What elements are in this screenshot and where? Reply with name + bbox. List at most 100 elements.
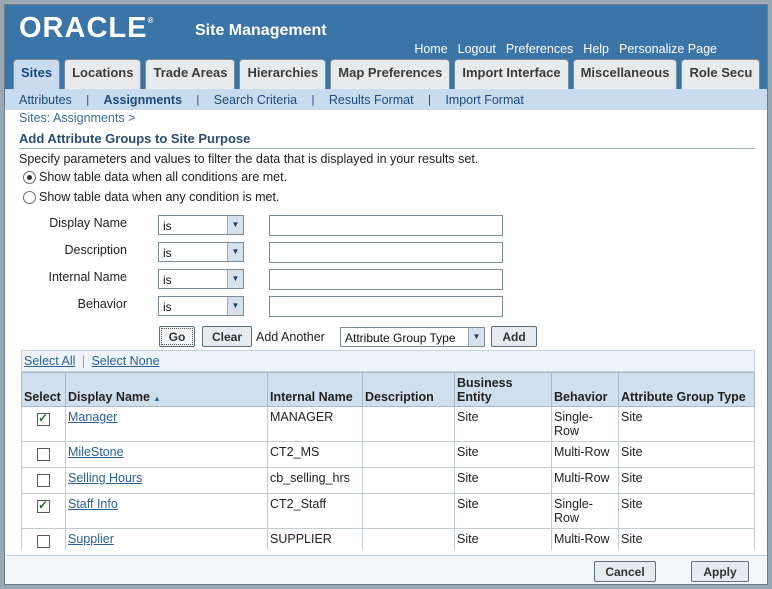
- display-name-link[interactable]: MileStone: [68, 445, 124, 459]
- tab-sites[interactable]: Sites: [13, 59, 61, 89]
- sort-ascending-icon: ▲: [152, 394, 161, 403]
- subtab-separator: |: [427, 93, 432, 106]
- tab-trade-areas[interactable]: Trade Areas: [145, 59, 236, 89]
- tab-map-preferences[interactable]: Map Preferences: [330, 59, 451, 89]
- logout-link[interactable]: Logout: [458, 42, 496, 56]
- subtab-assignments[interactable]: Assignments: [104, 93, 183, 107]
- sub-tabs: Attributes | Assignments | Search Criter…: [5, 89, 767, 110]
- apply-button[interactable]: Apply: [691, 561, 749, 582]
- select-cell: [21, 406, 66, 442]
- go-button[interactable]: Go: [159, 326, 195, 347]
- description-cell: [362, 441, 455, 468]
- attribute-group-type-cell: Site: [618, 441, 755, 468]
- column-header-display-name[interactable]: Display Name ▲: [65, 372, 268, 407]
- business-entity-cell: Site: [454, 441, 552, 468]
- description-cell: [362, 528, 455, 550]
- subtab-search-criteria[interactable]: Search Criteria: [214, 93, 297, 107]
- display-name-link[interactable]: Selling Hours: [68, 471, 142, 485]
- display-name-cell: Supplier: [65, 528, 268, 550]
- instructions-text: Specify parameters and values to filter …: [19, 152, 479, 166]
- subtab-separator: |: [85, 93, 90, 106]
- clear-button[interactable]: Clear: [202, 326, 252, 347]
- radio-button[interactable]: [23, 190, 36, 204]
- home-link[interactable]: Home: [414, 42, 447, 56]
- table-row: Staff Info CT2_Staff Site Single-Row Sit…: [21, 493, 755, 529]
- add-button[interactable]: Add: [491, 326, 537, 347]
- select-all-link[interactable]: Select All: [24, 354, 75, 368]
- select-cell: [21, 441, 66, 468]
- row-checkbox[interactable]: [37, 498, 50, 513]
- tab-import-interface[interactable]: Import Interface: [454, 59, 569, 89]
- tab-locations[interactable]: Locations: [64, 59, 142, 89]
- tab-hierarchies[interactable]: Hierarchies: [239, 59, 327, 89]
- attribute-group-type-cell: Site: [618, 406, 755, 442]
- select-none-link[interactable]: Select None: [91, 354, 159, 368]
- operator-select-internal-name[interactable]: is ▼: [158, 269, 244, 289]
- select-cell: [21, 493, 66, 529]
- chevron-down-icon: ▼: [227, 270, 243, 288]
- display-name-cell: Selling Hours: [65, 467, 268, 494]
- app-title: Site Management: [195, 22, 327, 39]
- display-name-link[interactable]: Supplier: [68, 532, 114, 546]
- app-window: ORACLE® Site Management Home Logout Pref…: [4, 4, 768, 585]
- tab-miscellaneous[interactable]: Miscellaneous: [572, 59, 678, 89]
- results-region: Select All | Select None Select Display …: [21, 350, 755, 550]
- behavior-cell: Multi-Row: [551, 528, 619, 550]
- operator-select-description[interactable]: is ▼: [158, 242, 244, 262]
- row-checkbox[interactable]: [37, 474, 50, 487]
- select-cell: [21, 528, 66, 550]
- value-input-internal-name[interactable]: [269, 269, 503, 290]
- personalize-page-link[interactable]: Personalize Page: [619, 42, 717, 56]
- table-row: Manager MANAGER Site Single-Row Site: [21, 406, 755, 442]
- criteria-label-internal-name: Internal Name: [48, 270, 127, 284]
- internal-name-cell: CT2_MS: [267, 441, 363, 468]
- subtab-results-format[interactable]: Results Format: [329, 93, 414, 107]
- display-name-link[interactable]: Staff Info: [68, 497, 118, 511]
- column-header-business-entity: Business Entity: [454, 372, 552, 407]
- display-name-link[interactable]: Manager: [68, 410, 117, 424]
- operator-select-display-name[interactable]: is ▼: [158, 215, 244, 235]
- chevron-down-icon: ▼: [227, 243, 243, 261]
- table-row: Selling Hours cb_selling_hrs Site Multi-…: [21, 467, 755, 494]
- cancel-button[interactable]: Cancel: [594, 561, 656, 582]
- column-header-internal-name: Internal Name: [267, 372, 363, 407]
- tab-role-security[interactable]: Role Secu: [681, 59, 761, 89]
- bottom-button-bar: Cancel Apply: [5, 555, 767, 584]
- global-links: Home Logout Preferences Help Personalize…: [414, 42, 717, 56]
- subtab-import-format[interactable]: Import Format: [445, 93, 524, 107]
- table-header-row: Select Display Name ▲ Internal Name Descr…: [21, 372, 755, 407]
- row-checkbox[interactable]: [37, 535, 50, 548]
- select-bar-separator: |: [81, 354, 86, 368]
- chevron-down-icon: ▼: [468, 328, 484, 346]
- subtab-separator: |: [196, 93, 200, 106]
- help-link[interactable]: Help: [583, 42, 609, 56]
- business-entity-cell: Site: [454, 467, 552, 494]
- column-header-attribute-group-type: Attribute Group Type: [618, 372, 755, 407]
- subtab-attributes[interactable]: Attributes: [19, 93, 72, 107]
- value-input-display-name[interactable]: [269, 215, 503, 236]
- column-header-select: Select: [21, 372, 66, 407]
- row-checkbox[interactable]: [37, 448, 50, 461]
- behavior-cell: Multi-Row: [551, 467, 619, 494]
- behavior-cell: Multi-Row: [551, 441, 619, 468]
- table-row: Supplier SUPPLIER Site Multi-Row Site: [21, 528, 755, 550]
- radio-button-selected[interactable]: [23, 170, 36, 184]
- row-checkbox[interactable]: [37, 411, 50, 426]
- preferences-link[interactable]: Preferences: [506, 42, 573, 56]
- radio-all-conditions[interactable]: Show table data when all conditions are …: [23, 170, 287, 184]
- operator-select-behavior[interactable]: is ▼: [158, 296, 244, 316]
- description-cell: [362, 406, 455, 442]
- radio-any-label: Show table data when any condition is me…: [39, 190, 280, 204]
- value-input-description[interactable]: [269, 242, 503, 263]
- subtab-separator: |: [311, 93, 315, 106]
- radio-any-condition[interactable]: Show table data when any condition is me…: [23, 190, 279, 204]
- business-entity-cell: Site: [454, 493, 552, 529]
- results-table: Select Display Name ▲ Internal Name Descr…: [21, 372, 755, 550]
- add-attribute-select[interactable]: Attribute Group Type ▼: [340, 327, 485, 347]
- internal-name-cell: MANAGER: [267, 406, 363, 442]
- description-cell: [362, 467, 455, 494]
- select-cell: [21, 467, 66, 494]
- breadcrumb[interactable]: Sites: Assignments >: [19, 111, 135, 125]
- value-input-behavior[interactable]: [269, 296, 503, 317]
- table-row: MileStone CT2_MS Site Multi-Row Site: [21, 441, 755, 468]
